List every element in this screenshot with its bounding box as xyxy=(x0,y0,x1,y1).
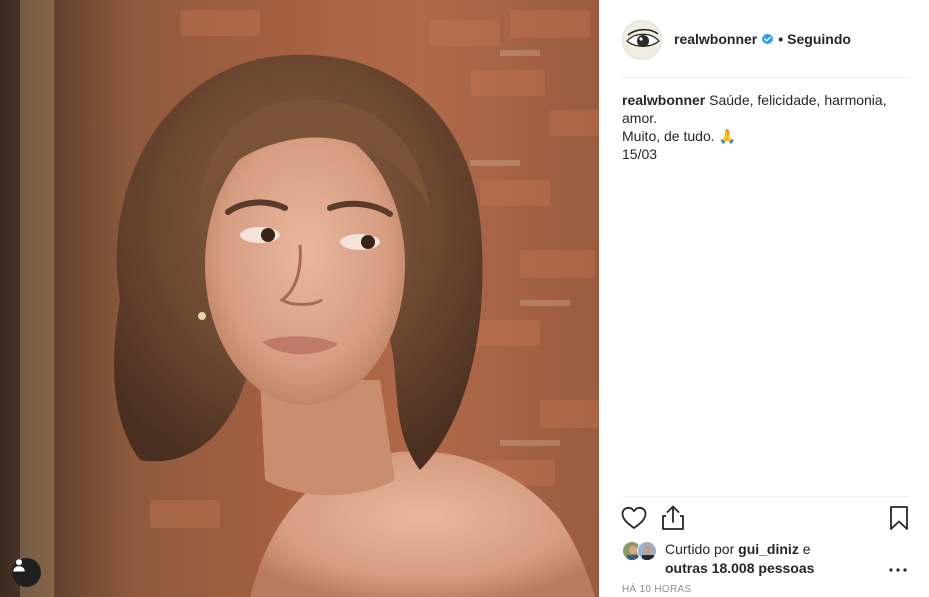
post-username[interactable]: realwbonner xyxy=(674,31,757,47)
post-timestamp[interactable]: Há 10 horas xyxy=(622,584,691,595)
more-options-button[interactable] xyxy=(884,562,912,578)
actions-divider xyxy=(622,496,910,497)
post-side-panel: realwbonner • Seguindo realwbonner Saúde… xyxy=(599,0,929,597)
post-caption: realwbonner Saúde, felicidade, harmonia,… xyxy=(622,91,892,163)
likes-summary: Curtido por gui_diniz e outras 18.008 pe… xyxy=(622,539,912,579)
following-button[interactable]: Seguindo xyxy=(787,31,851,47)
more-options-icon xyxy=(889,568,907,572)
action-bar xyxy=(599,505,929,535)
liker-avatar-image xyxy=(638,542,656,560)
avatar[interactable] xyxy=(622,20,662,60)
likes-joiner: e xyxy=(802,541,811,557)
likes-prefix: Curtido por xyxy=(665,541,735,557)
post-header: realwbonner • Seguindo xyxy=(599,0,929,78)
portrait-image xyxy=(0,0,599,597)
heart-icon xyxy=(621,506,647,529)
share-icon xyxy=(662,505,684,530)
post-photo[interactable] xyxy=(0,0,599,597)
caption-username[interactable]: realwbonner xyxy=(622,92,705,108)
like-button[interactable] xyxy=(621,505,647,531)
save-button[interactable] xyxy=(886,505,912,531)
liker-avatars xyxy=(622,541,662,561)
bookmark-icon xyxy=(890,506,908,530)
header-divider xyxy=(622,77,910,78)
likes-text: Curtido por gui_diniz e outras 18.008 pe… xyxy=(665,540,814,578)
eye-avatar-image xyxy=(623,21,661,59)
user-tag-icon xyxy=(13,559,25,572)
first-liker-link[interactable]: gui_diniz xyxy=(738,541,799,557)
verified-badge-icon xyxy=(762,32,774,45)
share-button[interactable] xyxy=(660,505,686,531)
other-likers-link[interactable]: outras 18.008 pessoas xyxy=(665,560,814,576)
caption-date: 15/03 xyxy=(622,146,658,162)
header-text: realwbonner • Seguindo xyxy=(674,31,851,47)
avatar[interactable] xyxy=(637,541,657,561)
follow-separator: • xyxy=(778,31,784,47)
tag-user-button[interactable] xyxy=(12,558,41,587)
caption-line-2: Muito, de tudo. 🙏 xyxy=(622,128,736,144)
